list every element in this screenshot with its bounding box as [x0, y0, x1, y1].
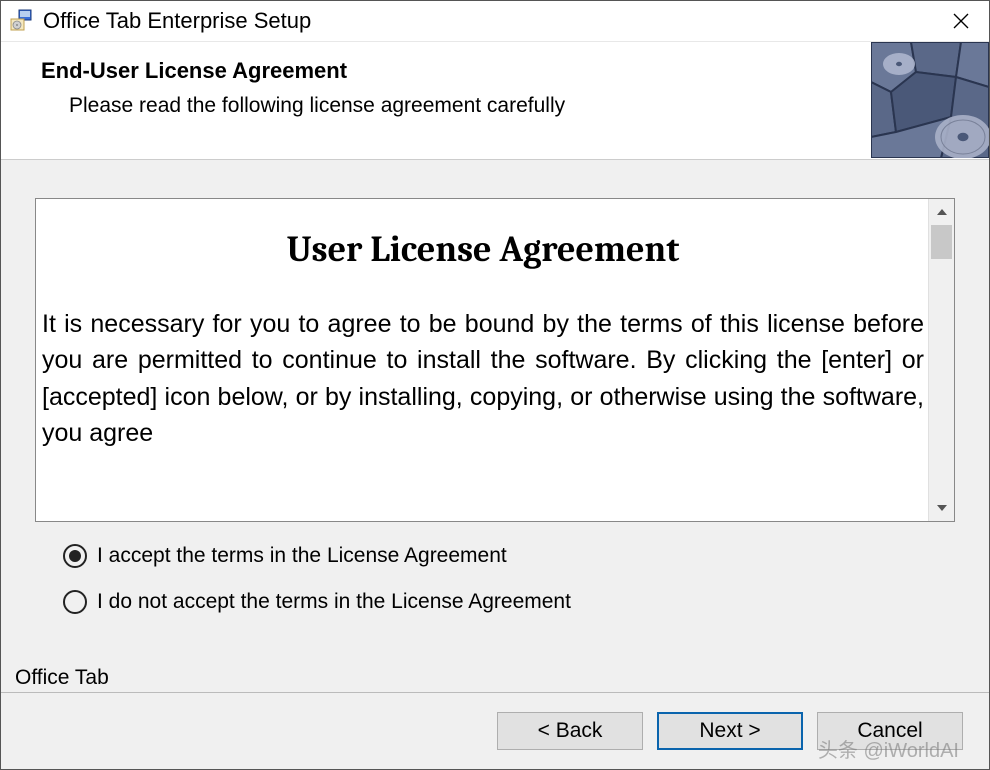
radio-accept-label: I accept the terms in the License Agreem… [97, 544, 507, 568]
brand-label: Office Tab [15, 666, 109, 690]
titlebar: Office Tab Enterprise Setup [1, 1, 989, 42]
license-heading: User License Agreement [42, 229, 924, 270]
radio-decline[interactable]: I do not accept the terms in the License… [63, 590, 955, 614]
installer-icon [9, 9, 33, 33]
back-button[interactable]: < Back [497, 712, 643, 750]
window-title: Office Tab Enterprise Setup [43, 8, 933, 34]
wizard-content: User License Agreement It is necessary f… [1, 160, 989, 692]
license-agreement-box: User License Agreement It is necessary f… [35, 198, 955, 522]
header-banner-image [871, 42, 989, 158]
page-title: End-User License Agreement [41, 58, 989, 84]
wizard-header: End-User License Agreement Please read t… [1, 42, 989, 160]
scroll-thumb[interactable] [931, 225, 952, 259]
scroll-up-arrow[interactable] [929, 199, 954, 225]
radio-button-icon [63, 544, 87, 568]
cancel-button[interactable]: Cancel [817, 712, 963, 750]
close-icon [953, 13, 969, 29]
license-text-area[interactable]: User License Agreement It is necessary f… [36, 199, 928, 521]
license-body: It is necessary for you to agree to be b… [42, 306, 924, 451]
chevron-up-icon [937, 209, 947, 215]
radio-button-icon [63, 590, 87, 614]
chevron-down-icon [937, 505, 947, 511]
close-button[interactable] [933, 1, 989, 42]
accept-radio-group: I accept the terms in the License Agreem… [35, 522, 955, 636]
scroll-track[interactable] [929, 225, 954, 495]
radio-accept[interactable]: I accept the terms in the License Agreem… [63, 544, 955, 568]
scroll-down-arrow[interactable] [929, 495, 954, 521]
wizard-footer: < Back Next > Cancel 头条 @iWorldAI [1, 692, 989, 769]
installer-window: Office Tab Enterprise Setup End-User Lic… [0, 0, 990, 770]
radio-decline-label: I do not accept the terms in the License… [97, 590, 571, 614]
license-scrollbar[interactable] [928, 199, 954, 521]
next-button[interactable]: Next > [657, 712, 803, 750]
page-subtitle: Please read the following license agreem… [41, 94, 989, 118]
